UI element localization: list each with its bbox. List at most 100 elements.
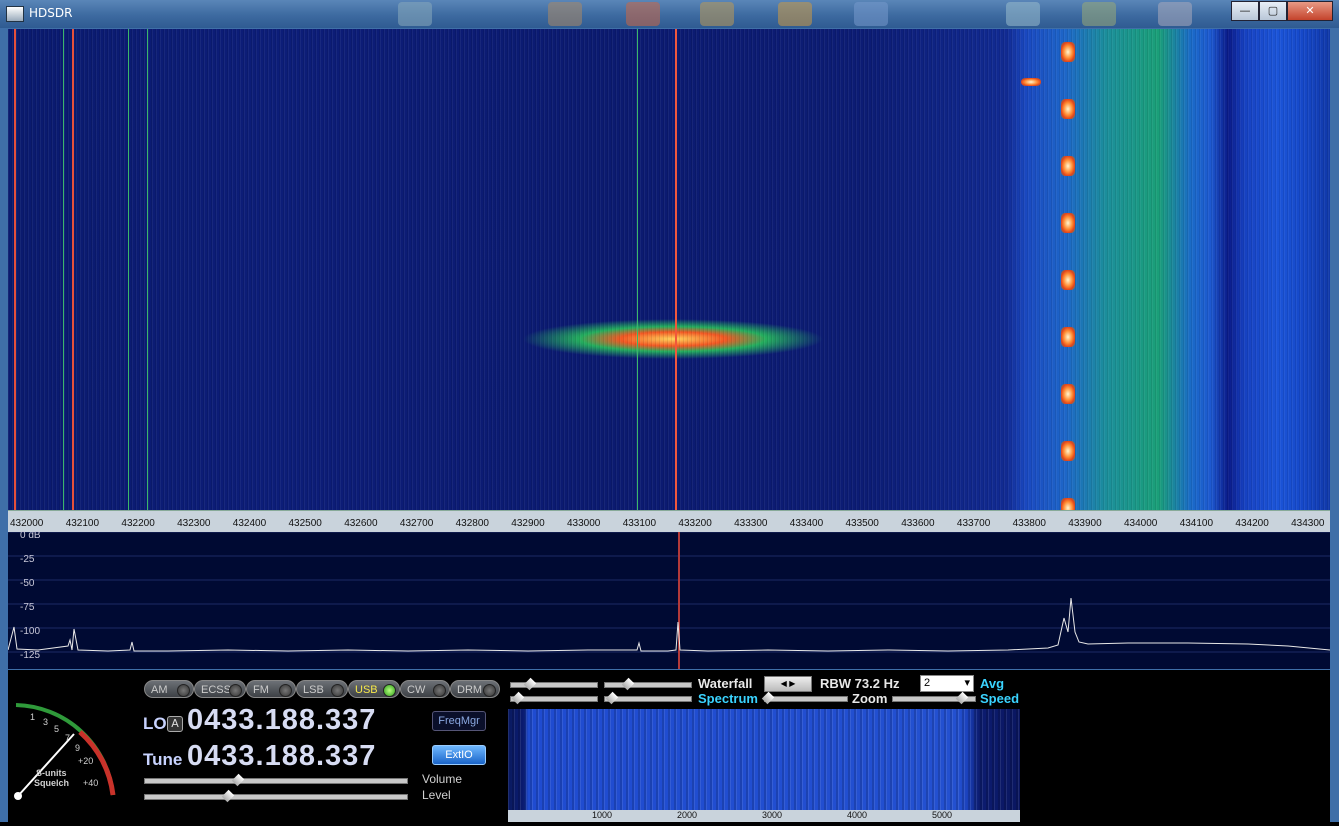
hdsdr-app-icon [6, 6, 24, 22]
audio-frequency-tick: 3000 [762, 810, 783, 820]
marker-line [72, 29, 74, 510]
desktop-icon [398, 2, 432, 26]
s-scale-20: +20 [78, 756, 94, 766]
frequency-tick-label: 433000 [567, 518, 601, 529]
frequency-axis[interactable]: 432000 432100 432200 432300 432400 432500 4326… [8, 510, 1330, 533]
slider-thumb[interactable] [605, 691, 619, 705]
avg-select[interactable]: 2 ▾ [920, 675, 974, 692]
s-scale-7: 7 [65, 733, 71, 743]
volume-label: Volume [422, 772, 463, 786]
mode-usb-button[interactable]: USB [348, 680, 400, 698]
signal-blip [1061, 384, 1075, 404]
frequency-tick-label: 432000 [10, 518, 44, 529]
frequency-tick-label: 432800 [455, 518, 489, 529]
zoom-slider[interactable] [761, 691, 848, 705]
waterfall-label: Waterfall [698, 676, 753, 691]
frequency-tick-label: 432200 [121, 518, 155, 529]
extio-button[interactable]: ExtIO [432, 745, 486, 765]
db-scale-label: -75 [20, 602, 35, 613]
mode-led [433, 684, 446, 697]
frequency-tick-label: 432600 [344, 518, 378, 529]
frequency-tick-label: 432400 [232, 518, 267, 529]
frequency-tick-label: 433800 [1012, 518, 1046, 529]
window-title: HDSDR [29, 6, 73, 20]
waterfall-brightness-slider[interactable] [604, 677, 692, 691]
signal-blip [1061, 99, 1075, 119]
s-meter-dial [14, 703, 116, 800]
desktop-icon [548, 2, 582, 26]
spectrum-label: Spectrum [698, 691, 758, 706]
mode-am-label: AM [151, 684, 168, 696]
lo-label: LO [143, 714, 167, 733]
desktop-icon [854, 2, 888, 26]
mode-drm-label: DRM [457, 684, 483, 696]
mode-led [279, 684, 292, 697]
frequency-tick-label: 432900 [511, 518, 545, 529]
marker-line [147, 29, 148, 510]
waterfall-contrast-slider[interactable] [510, 677, 598, 691]
spectrum-brightness-slider[interactable] [604, 691, 692, 705]
level-slider-thumb[interactable] [221, 789, 235, 803]
mode-led [177, 684, 190, 697]
chevron-down-icon: ▾ [964, 677, 970, 689]
signal-blip [1061, 42, 1075, 62]
tune-frequency-display[interactable]: 0433.188.337 [187, 740, 376, 773]
mode-led [383, 684, 396, 697]
mode-led [331, 684, 344, 697]
tune-label: Tune [143, 750, 183, 769]
frequency-tick-label: 434200 [1235, 518, 1269, 529]
level-slider[interactable] [144, 789, 408, 803]
mode-lsb-button[interactable]: LSB [296, 680, 348, 698]
mode-drm-button[interactable]: DRM [450, 680, 500, 698]
mode-ecss-label: ECSS [201, 684, 231, 696]
marker-line [14, 29, 16, 510]
audio-frequency-tick: 4000 [847, 810, 868, 820]
slider-thumb[interactable] [621, 677, 635, 691]
spectrum-contrast-slider[interactable] [510, 691, 598, 705]
desktop-icon [1006, 2, 1040, 26]
speed-slider[interactable] [892, 691, 976, 705]
minimize-button[interactable]: — [1231, 1, 1259, 21]
frequency-tick-label: 433600 [901, 518, 935, 529]
s-units-label: S-units [36, 768, 67, 778]
slider-thumb[interactable] [523, 677, 537, 691]
marker-line [63, 29, 64, 510]
slider-thumb[interactable] [761, 691, 775, 705]
close-button[interactable]: ✕ [1287, 1, 1333, 21]
mode-fm-button[interactable]: FM [246, 680, 296, 698]
tune-marker-line[interactable] [675, 29, 677, 510]
audio-frequency-tick: 1000 [592, 810, 613, 820]
level-label: Level [422, 788, 451, 802]
freqmgr-button[interactable]: FreqMgr [432, 711, 486, 731]
frequency-tick-label: 432300 [177, 518, 211, 529]
mode-cw-button[interactable]: CW [400, 680, 450, 698]
audio-frequency-axis: 1000 2000 3000 4000 5000 [508, 810, 1020, 822]
mode-am-button[interactable]: AM [144, 680, 194, 698]
mode-ecss-button[interactable]: ECSS [194, 680, 246, 698]
control-panel: 1 3 5 7 9 +20 +40 S-units Squelch AM ECS… [8, 670, 1330, 822]
desktop-icon [700, 2, 734, 26]
mode-lsb-label: LSB [303, 684, 324, 696]
signal-blip [1061, 156, 1075, 176]
maximize-button[interactable]: ▢ [1259, 1, 1287, 21]
slider-thumb[interactable] [955, 691, 969, 705]
signal-blip [1061, 441, 1075, 461]
frequency-tick-label: 433100 [622, 518, 657, 529]
slider-thumb[interactable] [511, 691, 525, 705]
zoom-label: Zoom [852, 691, 888, 706]
mode-led [483, 684, 496, 697]
audio-waterfall[interactable] [508, 709, 1020, 810]
waterfall-speed-spinner[interactable]: ◀ ▶ [764, 676, 812, 692]
lo-frequency-display[interactable]: 0433.188.337 [187, 704, 376, 737]
frequency-tick-label: 433500 [845, 518, 879, 529]
frequency-tick-label: 432700 [399, 518, 434, 529]
rf-waterfall[interactable] [8, 29, 1330, 510]
volume-slider[interactable] [144, 773, 408, 787]
mode-usb-label: USB [355, 684, 378, 696]
frequency-tick-label: 433700 [956, 518, 991, 529]
volume-slider-thumb[interactable] [231, 773, 245, 787]
lo-a-badge[interactable]: A [167, 716, 183, 732]
frequency-tick-label: 433400 [789, 518, 824, 529]
rf-spectrum[interactable]: 0 dB -25 -50 -75 -100 -125 [8, 530, 1330, 669]
squelch-label[interactable]: Squelch [34, 778, 69, 788]
